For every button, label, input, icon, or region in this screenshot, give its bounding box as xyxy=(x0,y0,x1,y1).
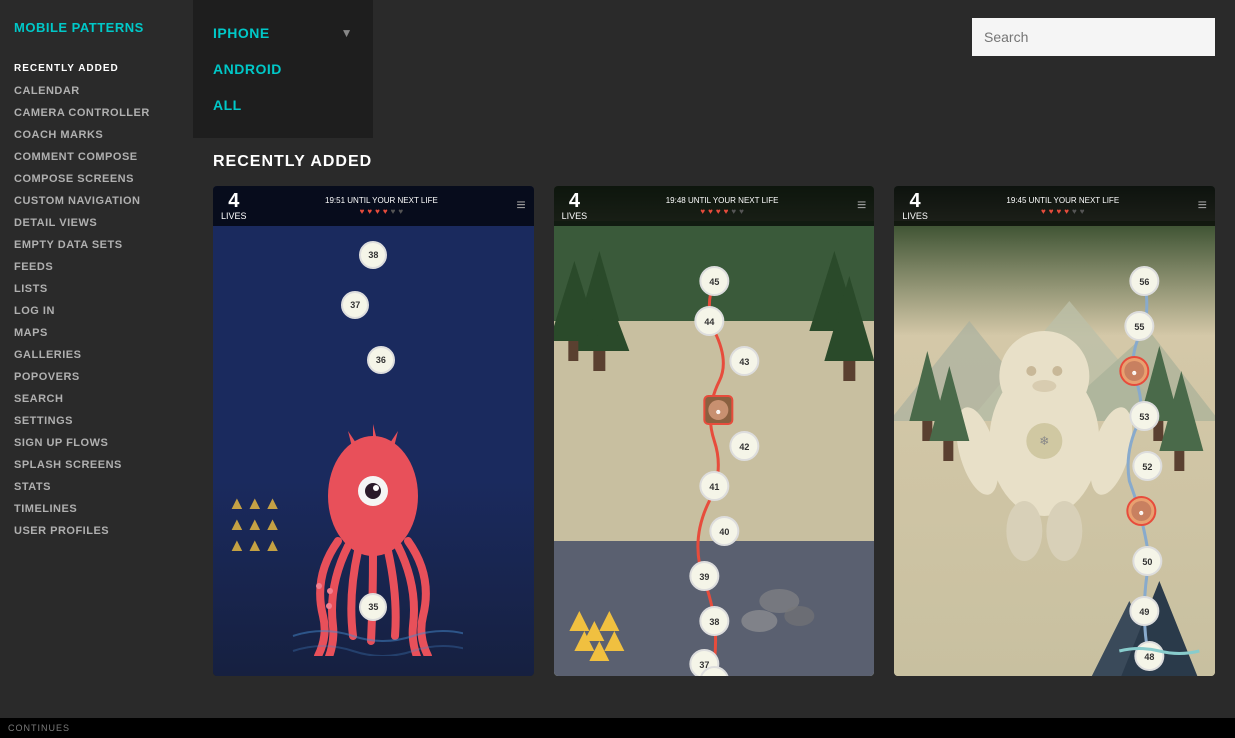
card-3: 4 LIVES 19:45 UNTIL YOUR NEXT LIFE ♥♥♥ ♥… xyxy=(894,186,1215,676)
lives-label-2: LIVES xyxy=(562,211,588,221)
sidebar-item-detail-views[interactable]: DETAIL VIEWS xyxy=(0,212,193,234)
menu-icon-1[interactable]: ≡ xyxy=(516,197,525,215)
card-2: 4 LIVES 19:48 UNTIL YOUR NEXT LIFE ♥♥♥ ♥… xyxy=(554,186,875,676)
sidebar-item-compose-screens[interactable]: COMPOSE SCREENS xyxy=(0,168,193,190)
sidebar: MOBILE PATTERNS RECENTLY ADDED CALENDAR … xyxy=(0,0,193,738)
brand-logo: MOBILE PATTERNS xyxy=(0,20,193,55)
content-area: RECENTLY ADDED 4 LIVES 19:51 UNTIL YOUR xyxy=(193,138,1235,738)
svg-text:52: 52 xyxy=(1143,462,1153,472)
menu-icon-2[interactable]: ≡ xyxy=(857,197,866,215)
hearts-row-3: ♥♥♥ ♥♥♥ xyxy=(928,207,1198,216)
level-38[interactable]: 38 xyxy=(359,241,387,269)
svg-text:42: 42 xyxy=(739,442,749,452)
dropdown-iphone[interactable]: IPHONE ▼ xyxy=(193,15,373,51)
svg-text:❄: ❄ xyxy=(1040,434,1050,448)
search-bar[interactable] xyxy=(972,18,1215,56)
search-input[interactable] xyxy=(972,18,1215,56)
svg-text:48: 48 xyxy=(1145,652,1155,662)
iphone-label: IPHONE xyxy=(213,25,270,41)
lives-count-3: 4 xyxy=(910,191,921,211)
main-content: IPHONE ▼ ANDROID ALL RECENTLY ADDED xyxy=(193,0,1235,738)
time-text-2: 19:48 UNTIL YOUR NEXT LIFE ♥♥♥ ♥♥♥ xyxy=(587,196,857,216)
sidebar-item-user-profiles[interactable]: USER PROFILES xyxy=(0,520,193,542)
time-text-1: 19:51 UNTIL YOUR NEXT LIFE ♥♥♥ ♥♥♥ xyxy=(247,196,517,216)
lives-label-1: LIVES xyxy=(221,211,247,221)
dropdown-all[interactable]: ALL xyxy=(193,87,373,123)
svg-text:55: 55 xyxy=(1135,322,1145,332)
yeti-illustration: ❄ xyxy=(894,221,1215,676)
svg-text:49: 49 xyxy=(1140,607,1150,617)
lives-count-1: 4 xyxy=(228,191,239,211)
hearts-row-1: ♥♥♥ ♥♥♥ xyxy=(247,207,517,216)
lives-badge-1: 4 LIVES xyxy=(221,191,247,221)
svg-text:40: 40 xyxy=(719,527,729,537)
dropdown-android[interactable]: ANDROID xyxy=(193,51,373,87)
menu-icon-3[interactable]: ≡ xyxy=(1198,197,1207,215)
svg-text:☻: ☻ xyxy=(714,409,721,416)
sidebar-item-popovers[interactable]: POPOVERS xyxy=(0,366,193,388)
svg-text:43: 43 xyxy=(739,357,749,367)
sidebar-item-coach-marks[interactable]: COACH MARKS xyxy=(0,124,193,146)
svg-text:41: 41 xyxy=(709,482,719,492)
lives-count-2: 4 xyxy=(569,191,580,211)
sidebar-item-splash-screens[interactable]: SPLASH SCREENS xyxy=(0,454,193,476)
svg-text:☻: ☻ xyxy=(1131,370,1138,377)
sidebar-item-feeds[interactable]: FEEDS xyxy=(0,256,193,278)
lives-label-3: LIVES xyxy=(902,211,928,221)
svg-text:56: 56 xyxy=(1140,277,1150,287)
card-1-header: 4 LIVES 19:51 UNTIL YOUR NEXT LIFE ♥♥♥ ♥… xyxy=(213,186,534,226)
svg-text:☻: ☻ xyxy=(1138,510,1145,517)
lives-badge-3: 4 LIVES xyxy=(902,191,928,221)
sidebar-item-search[interactable]: SEARCH xyxy=(0,388,193,410)
sidebar-item-lists[interactable]: LISTS xyxy=(0,278,193,300)
card-3-header: 4 LIVES 19:45 UNTIL YOUR NEXT LIFE ♥♥♥ ♥… xyxy=(894,186,1215,226)
level-35[interactable]: 35 xyxy=(359,593,387,621)
sidebar-item-timelines[interactable]: TIMELINES xyxy=(0,498,193,520)
card-1: 4 LIVES 19:51 UNTIL YOUR NEXT LIFE ♥♥♥ ♥… xyxy=(213,186,534,676)
sidebar-item-log-in[interactable]: LOG IN xyxy=(0,300,193,322)
card-3-image: 4 LIVES 19:45 UNTIL YOUR NEXT LIFE ♥♥♥ ♥… xyxy=(894,186,1215,676)
all-label: ALL xyxy=(213,97,242,113)
header: IPHONE ▼ ANDROID ALL xyxy=(193,0,1235,138)
sidebar-item-settings[interactable]: SETTINGS xyxy=(0,410,193,432)
sidebar-item-comment-compose[interactable]: COMMENT COMPOSE xyxy=(0,146,193,168)
android-label: ANDROID xyxy=(213,61,282,77)
svg-text:44: 44 xyxy=(704,317,714,327)
triangle-decoration-1: ▲▲▲▲▲▲▲▲▲ xyxy=(228,493,281,556)
sidebar-item-empty-data-sets[interactable]: EMPTY DATA SETS xyxy=(0,234,193,256)
platform-dropdown[interactable]: IPHONE ▼ ANDROID ALL xyxy=(193,0,373,138)
sidebar-item-sign-up-flows[interactable]: SIGN UP FLOWS xyxy=(0,432,193,454)
sidebar-item-camera-controller[interactable]: CAMERA CONTROLLER xyxy=(0,102,193,124)
sidebar-item-maps[interactable]: MAPS xyxy=(0,322,193,344)
lives-badge-2: 4 LIVES xyxy=(562,191,588,221)
card-1-image: 4 LIVES 19:51 UNTIL YOUR NEXT LIFE ♥♥♥ ♥… xyxy=(213,186,534,676)
sidebar-item-stats[interactable]: STATS xyxy=(0,476,193,498)
section-title: RECENTLY ADDED xyxy=(213,138,1215,186)
cards-grid: 4 LIVES 19:51 UNTIL YOUR NEXT LIFE ♥♥♥ ♥… xyxy=(213,186,1215,676)
level-37[interactable]: 37 xyxy=(341,291,369,319)
forest-illustration: 45 44 43 ☻ 42 41 xyxy=(554,221,875,676)
card-2-image: 4 LIVES 19:48 UNTIL YOUR NEXT LIFE ♥♥♥ ♥… xyxy=(554,186,875,676)
svg-text:50: 50 xyxy=(1143,557,1153,567)
hearts-row-2: ♥♥♥ ♥♥♥ xyxy=(587,207,857,216)
sidebar-section-title: RECENTLY ADDED xyxy=(0,55,193,80)
svg-text:45: 45 xyxy=(709,277,719,287)
svg-text:38: 38 xyxy=(709,617,719,627)
sidebar-item-galleries[interactable]: GALLERIES xyxy=(0,344,193,366)
time-text-3: 19:45 UNTIL YOUR NEXT LIFE ♥♥♥ ♥♥♥ xyxy=(928,196,1198,216)
level-36[interactable]: 36 xyxy=(367,346,395,374)
dropdown-arrow-icon: ▼ xyxy=(341,26,353,40)
sidebar-item-calendar[interactable]: CALENDAR xyxy=(0,80,193,102)
sidebar-item-custom-navigation[interactable]: CUSTOM NAVIGATION xyxy=(0,190,193,212)
svg-text:53: 53 xyxy=(1140,412,1150,422)
card-2-header: 4 LIVES 19:48 UNTIL YOUR NEXT LIFE ♥♥♥ ♥… xyxy=(554,186,875,226)
svg-text:39: 39 xyxy=(699,572,709,582)
